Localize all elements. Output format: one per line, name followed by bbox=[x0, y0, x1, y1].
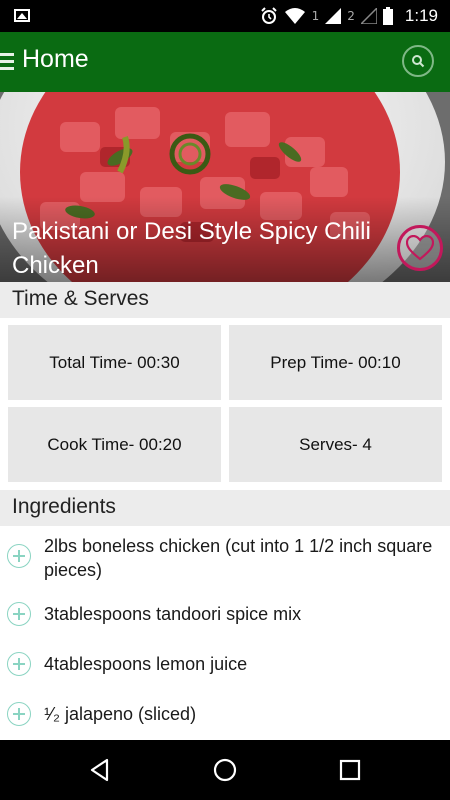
clock-time: 1:19 bbox=[404, 6, 438, 25]
add-icon[interactable] bbox=[7, 544, 31, 568]
menu-icon[interactable] bbox=[0, 53, 14, 71]
time-serves-header: Time & Serves bbox=[0, 282, 450, 318]
status-icons: 1 2 1:19 bbox=[260, 0, 438, 32]
ingredient-text: ¹⁄₂ jalapeno (sliced) bbox=[44, 704, 197, 724]
sim1-label: 1 bbox=[311, 9, 320, 23]
ingredients-title: Ingredients bbox=[12, 495, 116, 518]
time-serves-title: Time & Serves bbox=[12, 287, 149, 310]
time-serves-grid: Total Time- 00:30 Prep Time- 00:10 Cook … bbox=[0, 318, 450, 490]
page-title: Home bbox=[22, 45, 89, 73]
status-bar: 1 2 1:19 bbox=[0, 0, 450, 32]
favorite-button[interactable] bbox=[397, 225, 443, 271]
app-bar: Home bbox=[0, 32, 450, 92]
back-icon[interactable] bbox=[87, 757, 113, 783]
sim2-label: 2 bbox=[347, 9, 355, 23]
ingredient-text: 4tablespoons lemon juice bbox=[44, 654, 248, 674]
ingredients-header: Ingredients bbox=[0, 490, 450, 526]
signal-2-icon bbox=[360, 8, 377, 24]
system-navigation-bar bbox=[0, 740, 450, 800]
add-icon[interactable] bbox=[7, 652, 31, 676]
search-icon bbox=[412, 55, 425, 68]
add-icon[interactable] bbox=[7, 702, 31, 726]
recipe-image[interactable]: Pakistani or Desi Style Spicy Chili Chic… bbox=[0, 92, 450, 282]
ingredient-text: 3tablespoons tandoori spice mix bbox=[44, 604, 302, 624]
wifi-icon bbox=[284, 8, 305, 24]
recipe-title: Pakistani or Desi Style Spicy Chili Chic… bbox=[12, 218, 371, 279]
total-time-box: Total Time- 00:30 bbox=[8, 325, 221, 400]
alarm-icon bbox=[260, 7, 277, 24]
ingredient-text: 2lbs boneless chicken (cut into 1 1/2 in… bbox=[44, 536, 433, 580]
signal-1-icon bbox=[325, 8, 342, 24]
prep-time-box: Prep Time- 00:10 bbox=[229, 325, 442, 400]
home-icon[interactable] bbox=[212, 757, 238, 783]
cook-time-box: Cook Time- 00:20 bbox=[8, 407, 221, 482]
heart-icon bbox=[406, 235, 434, 261]
search-button[interactable] bbox=[402, 45, 434, 77]
battery-icon bbox=[382, 7, 393, 25]
add-icon[interactable] bbox=[7, 602, 31, 626]
gallery-notification-icon bbox=[14, 9, 30, 22]
recents-icon[interactable] bbox=[337, 757, 363, 783]
serves-box: Serves- 4 bbox=[229, 407, 442, 482]
